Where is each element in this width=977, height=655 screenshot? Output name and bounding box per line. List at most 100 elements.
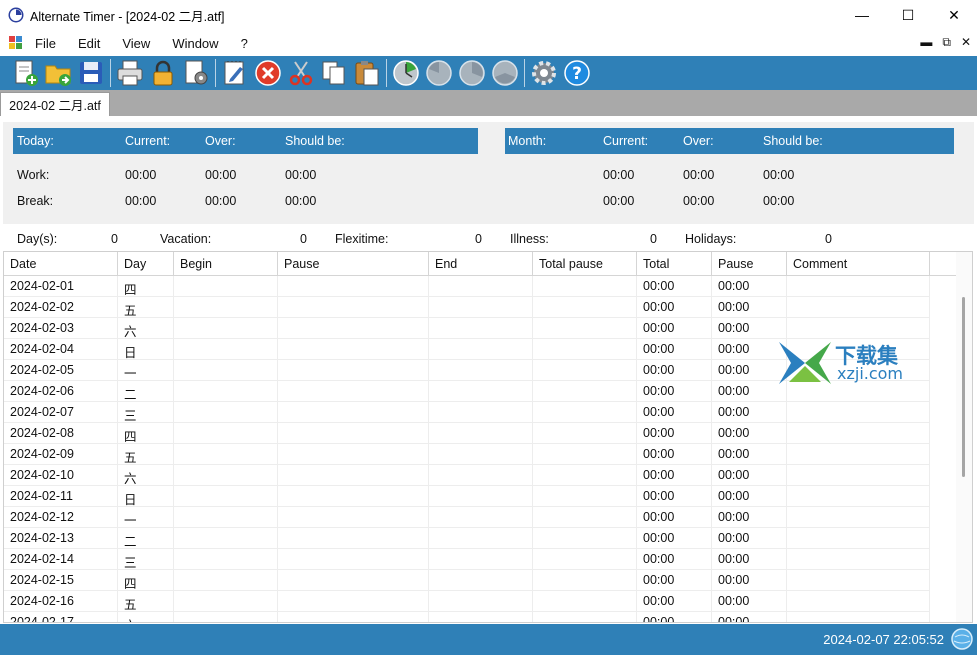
- cell-total[interactable]: 00:00: [637, 339, 712, 360]
- timer-button-4[interactable]: [490, 58, 520, 88]
- document-tab[interactable]: 2024-02 二月.atf: [0, 92, 110, 116]
- cell-day[interactable]: 三: [118, 549, 174, 570]
- cell-begin[interactable]: [174, 423, 278, 444]
- col-total-pause-header[interactable]: Total pause: [533, 252, 637, 276]
- cell-pause[interactable]: [278, 444, 429, 465]
- table-row[interactable]: 2024-02-08 四 00:00 00:00: [4, 423, 930, 444]
- cell-begin[interactable]: [174, 360, 278, 381]
- print-button[interactable]: [115, 58, 145, 88]
- settings-button[interactable]: [529, 58, 559, 88]
- cell-pause[interactable]: [278, 318, 429, 339]
- cell-begin[interactable]: [174, 570, 278, 591]
- cell-pause[interactable]: [278, 591, 429, 612]
- cell-date[interactable]: 2024-02-09: [4, 444, 118, 465]
- cell-day[interactable]: 三: [118, 402, 174, 423]
- timer-button-2[interactable]: [424, 58, 454, 88]
- cell-total[interactable]: 00:00: [637, 591, 712, 612]
- cell-end[interactable]: [429, 402, 533, 423]
- menu-edit[interactable]: Edit: [78, 36, 100, 51]
- cell-pause[interactable]: [278, 339, 429, 360]
- menu-help[interactable]: ?: [241, 36, 248, 51]
- cell-begin[interactable]: [174, 318, 278, 339]
- menu-file[interactable]: File: [35, 36, 56, 51]
- table-row[interactable]: 2024-02-13 二 00:00 00:00: [4, 528, 930, 549]
- cell-end[interactable]: [429, 276, 533, 297]
- cell-pause[interactable]: [278, 465, 429, 486]
- cell-date[interactable]: 2024-02-07: [4, 402, 118, 423]
- cell-day[interactable]: 日: [118, 486, 174, 507]
- mdi-restore-button[interactable]: ⧉: [942, 35, 951, 50]
- cell-pause2[interactable]: 00:00: [712, 423, 787, 444]
- cell-comment[interactable]: [787, 486, 930, 507]
- cell-begin[interactable]: [174, 549, 278, 570]
- cell-total[interactable]: 00:00: [637, 318, 712, 339]
- cell-date[interactable]: 2024-02-04: [4, 339, 118, 360]
- cell-total-pause[interactable]: [533, 276, 637, 297]
- cell-pause[interactable]: [278, 276, 429, 297]
- cell-pause2[interactable]: 00:00: [712, 570, 787, 591]
- cell-day[interactable]: 六: [118, 612, 174, 622]
- cell-pause[interactable]: [278, 360, 429, 381]
- col-date-header[interactable]: Date: [4, 252, 118, 276]
- cell-day[interactable]: 一: [118, 507, 174, 528]
- cell-end[interactable]: [429, 339, 533, 360]
- cell-begin[interactable]: [174, 486, 278, 507]
- cell-total[interactable]: 00:00: [637, 465, 712, 486]
- cell-date[interactable]: 2024-02-15: [4, 570, 118, 591]
- table-row[interactable]: 2024-02-03 六 00:00 00:00: [4, 318, 930, 339]
- cell-day[interactable]: 六: [118, 318, 174, 339]
- cell-total-pause[interactable]: [533, 402, 637, 423]
- cell-pause2[interactable]: 00:00: [712, 465, 787, 486]
- lock-button[interactable]: [148, 58, 178, 88]
- cell-date[interactable]: 2024-02-10: [4, 465, 118, 486]
- cell-total[interactable]: 00:00: [637, 381, 712, 402]
- cell-begin[interactable]: [174, 381, 278, 402]
- cell-begin[interactable]: [174, 276, 278, 297]
- start-timer-button[interactable]: [391, 58, 421, 88]
- document-window-icon[interactable]: [9, 36, 23, 50]
- cell-comment[interactable]: [787, 276, 930, 297]
- cell-date[interactable]: 2024-02-13: [4, 528, 118, 549]
- cell-total-pause[interactable]: [533, 507, 637, 528]
- cut-button[interactable]: [286, 58, 316, 88]
- table-row[interactable]: 2024-02-12 一 00:00 00:00: [4, 507, 930, 528]
- cell-date[interactable]: 2024-02-11: [4, 486, 118, 507]
- cell-pause[interactable]: [278, 402, 429, 423]
- cell-total-pause[interactable]: [533, 570, 637, 591]
- table-row[interactable]: 2024-02-15 四 00:00 00:00: [4, 570, 930, 591]
- cell-pause2[interactable]: 00:00: [712, 444, 787, 465]
- cell-total[interactable]: 00:00: [637, 612, 712, 622]
- table-row[interactable]: 2024-02-17六 00:0000:00: [4, 612, 930, 622]
- cell-comment[interactable]: [787, 402, 930, 423]
- cell-total-pause[interactable]: [533, 486, 637, 507]
- cell-begin[interactable]: [174, 507, 278, 528]
- new-file-button[interactable]: [10, 58, 40, 88]
- cell-pause[interactable]: [278, 423, 429, 444]
- table-row[interactable]: 2024-02-10 六 00:00 00:00: [4, 465, 930, 486]
- help-button[interactable]: ?: [562, 58, 592, 88]
- col-pause-header[interactable]: Pause: [278, 252, 429, 276]
- cell-pause2[interactable]: 00:00: [712, 591, 787, 612]
- cell-date[interactable]: 2024-02-03: [4, 318, 118, 339]
- cell-total-pause[interactable]: [533, 297, 637, 318]
- cell-total-pause[interactable]: [533, 465, 637, 486]
- globe-clock-icon[interactable]: [951, 628, 973, 650]
- table-row[interactable]: 2024-02-14 三 00:00 00:00: [4, 549, 930, 570]
- cell-total[interactable]: 00:00: [637, 423, 712, 444]
- cell-comment[interactable]: [787, 423, 930, 444]
- table-row[interactable]: 2024-02-09 五 00:00 00:00: [4, 444, 930, 465]
- cell-date[interactable]: 2024-02-02: [4, 297, 118, 318]
- cell-total-pause[interactable]: [533, 339, 637, 360]
- cell-end[interactable]: [429, 465, 533, 486]
- cell-total[interactable]: 00:00: [637, 444, 712, 465]
- cell-end[interactable]: [429, 444, 533, 465]
- cell-comment[interactable]: [787, 528, 930, 549]
- cell-date[interactable]: 2024-02-01: [4, 276, 118, 297]
- cell-pause2[interactable]: 00:00: [712, 507, 787, 528]
- cell-date[interactable]: 2024-02-08: [4, 423, 118, 444]
- cell-comment[interactable]: [787, 444, 930, 465]
- cell-pause[interactable]: [278, 381, 429, 402]
- cell-day[interactable]: 五: [118, 591, 174, 612]
- cell-pause2[interactable]: 00:00: [712, 528, 787, 549]
- cell-begin[interactable]: [174, 612, 278, 622]
